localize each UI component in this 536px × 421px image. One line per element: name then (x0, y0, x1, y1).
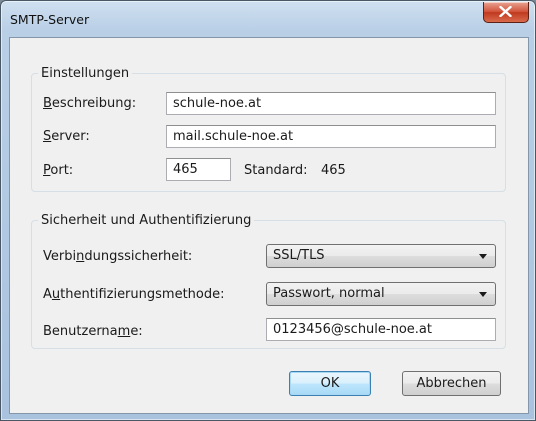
description-label: Beschreibung: (43, 96, 137, 111)
port-default-value: 465 (321, 163, 346, 178)
close-button[interactable] (483, 2, 529, 23)
close-icon (499, 6, 512, 17)
security-legend: Sicherheit und Authentifizierung (41, 213, 252, 228)
title-bar[interactable]: SMTP-Server (1, 1, 535, 37)
connection-security-value: SSL/TLS (273, 248, 325, 263)
username-field[interactable]: 0123456@schule-noe.at (266, 318, 496, 341)
username-label: Benutzername: (43, 324, 143, 339)
connection-security-select[interactable]: SSL/TLS (266, 244, 496, 268)
smtp-server-dialog: SMTP-Server Einstellungen Beschreibung: … (0, 0, 536, 421)
ok-button[interactable]: OK (289, 371, 371, 396)
cancel-button[interactable]: Abbrechen (402, 371, 501, 396)
server-label: Server: (43, 129, 90, 144)
description-field[interactable]: schule-noe.at (166, 92, 496, 115)
dialog-body: Einstellungen Beschreibung: schule-noe.a… (9, 37, 529, 414)
auth-method-label: Authentifizierungsmethode: (43, 287, 225, 302)
port-field[interactable]: 465 (166, 158, 231, 181)
port-default-label: Standard: (244, 163, 308, 178)
window-title: SMTP-Server (10, 12, 90, 27)
port-label: Port: (43, 163, 74, 178)
chevron-down-icon (479, 292, 487, 297)
chevron-down-icon (479, 254, 487, 259)
auth-method-value: Passwort, normal (273, 286, 385, 301)
server-field[interactable]: mail.schule-noe.at (166, 125, 496, 148)
auth-method-select[interactable]: Passwort, normal (266, 282, 496, 306)
settings-legend: Einstellungen (41, 66, 130, 81)
connection-security-label: Verbindungssicherheit: (43, 249, 193, 264)
